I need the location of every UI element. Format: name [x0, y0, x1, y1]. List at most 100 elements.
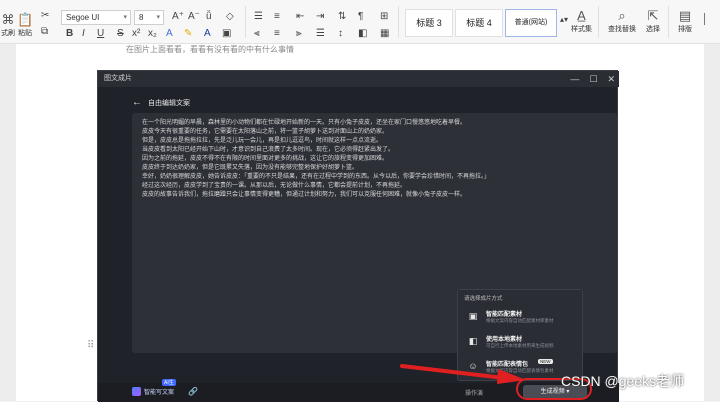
link-icon[interactable]: 🔗 — [188, 387, 198, 396]
superscript-icon[interactable]: x² — [132, 28, 140, 40]
shading-icon[interactable]: ◧ — [358, 28, 367, 40]
style-label: 标题 4 — [466, 18, 492, 28]
drag-handle-icon[interactable]: ⠿ — [87, 340, 94, 351]
arrange-label: 排版 — [678, 26, 692, 33]
font-color-icon[interactable]: A — [166, 28, 173, 40]
editor-line: 皮皮的故事告诉我们，拖拉磨蹭只会让事情变得更糟，但通过计划和努力，我们可以克服任… — [142, 192, 467, 198]
increase-indent-icon[interactable]: ⇥ — [316, 11, 324, 23]
menu-item-title: 智能匹配素材 — [486, 312, 523, 318]
copy-icon[interactable]: ⧉ — [41, 26, 48, 38]
arrow-left-icon: ← — [132, 97, 142, 108]
menu-item-desc: 可自行上传本地素材用来生成视频 — [486, 343, 554, 348]
editor-line: 在一个阳光明媚的早晨，森林里的小动物们都在忙碌地开始新的一天。只有小兔子皮皮，还… — [142, 120, 467, 126]
char-shading-icon[interactable]: ▣ — [222, 28, 231, 40]
menu-item-local-media[interactable]: ◧ 使用本地素材 可自行上传本地素材用来生成视频 — [464, 331, 578, 353]
dialog-title: 图文成片 — [104, 75, 132, 82]
italic-icon[interactable]: I — [82, 28, 85, 40]
editor-line: 当皮皮看到太阳已经开始下山时，才意识到自己浪费了太多时间。现在，它必须得赶紧出发… — [142, 147, 395, 153]
editor-line: 但是，皮皮总是拖拖拉拉，先是泛儿玩一会儿，再是扣儿逗逗鸟，时间就这样一点点流逝。 — [142, 138, 383, 144]
cursor-icon: ⇱ — [647, 8, 659, 23]
align-left-icon[interactable]: ⫷ — [254, 28, 260, 40]
text-color-icon[interactable]: A — [204, 28, 211, 40]
borders-icon[interactable]: ▦ — [380, 28, 389, 40]
align-center-icon[interactable]: ≡ — [274, 28, 280, 40]
ribbon-more-icon[interactable]: │ — [702, 14, 708, 26]
show-marks-icon[interactable]: ¶ — [358, 11, 363, 23]
grow-font-icon[interactable]: A⁺ — [172, 11, 184, 23]
strikethrough-icon[interactable]: S — [117, 28, 124, 40]
align-right-icon[interactable]: ⫸ — [296, 28, 302, 40]
divider — [245, 6, 246, 38]
chevron-down-icon: ▾ — [123, 14, 127, 21]
style-normal-web[interactable]: 普通(网站) — [505, 9, 557, 37]
format-painter-icon: ⌘ — [1, 12, 15, 27]
ribbon-toolbar: ⌘ 式刷 📋 粘贴 ✂ ⧉ Segoe UI ▾ 8 ▾ A⁺ A⁻ ǚ ◇ B… — [0, 0, 720, 44]
select-label: 选择 — [646, 26, 660, 33]
numbered-list-icon[interactable]: ≡ — [274, 11, 280, 23]
close-icon[interactable]: ✕ — [607, 71, 615, 87]
editor-line: 经过这次经历，皮皮学到了宝贵的一课。从那以后，无论做什么事情，它都会提前计划，不… — [142, 183, 407, 189]
local-media-icon: ◧ — [468, 336, 478, 346]
style-heading-4[interactable]: 标题 4 — [455, 9, 503, 37]
phonetic-icon[interactable]: ǚ — [206, 11, 212, 23]
document-text-line: 在图片上面看看，看看有没有看的中有什么事情 — [126, 45, 294, 54]
cut-icon[interactable]: ✂ — [41, 10, 49, 22]
dialog-titlebar[interactable]: 图文成片 — ☐ ✕ — [98, 71, 619, 87]
ai-badge: AI生 — [162, 379, 176, 386]
search-icon: ⌕ — [618, 8, 626, 23]
maximize-icon[interactable]: ☐ — [589, 71, 597, 87]
shrink-font-icon[interactable]: A⁻ — [188, 11, 200, 23]
underline-icon[interactable]: U — [97, 28, 104, 40]
decrease-indent-icon[interactable]: ⇤ — [296, 11, 304, 23]
back-button[interactable]: ← 自由编辑文案 — [132, 97, 190, 108]
sort-icon[interactable]: ⇅ — [338, 11, 346, 23]
editor-line: 皮皮今天有很重要的任务，它需要在太阳落山之前，将一篮子胡萝卜送到对面山上的奶奶家… — [142, 129, 389, 135]
ai-write-icon — [132, 387, 141, 396]
menu-item-smart-match[interactable]: ▣ 智能匹配素材 根据文案内容自动匹配素材库素材 — [464, 306, 578, 328]
tutorial-link[interactable]: 操作演 — [465, 388, 483, 397]
bold-icon[interactable]: B — [66, 28, 73, 40]
editor-line: 因为之前的拖延，皮皮不得不在有限的时间里面对更多的挑战，这让它的旅程变得更加困难… — [142, 156, 389, 162]
watermark: CSDN @geeks老师 — [561, 373, 685, 389]
bullet-list-icon[interactable]: ☰ — [254, 11, 263, 23]
clear-format-icon[interactable]: ◇ — [226, 11, 234, 23]
justify-icon[interactable]: ☰ — [316, 28, 325, 40]
menu-item-desc: 根据文案内容自动匹配素材库素材 — [486, 318, 554, 323]
format-painter-label: 式刷 — [1, 30, 15, 37]
font-size-value: 8 — [139, 13, 144, 22]
paste-icon: 📋 — [17, 12, 34, 27]
ai-write-button[interactable]: 智能写文案 — [132, 387, 174, 396]
font-family-select[interactable]: Segoe UI ▾ — [61, 10, 131, 25]
new-badge: NEW — [538, 359, 553, 364]
style-set-button[interactable]: A̲ 样式集 — [571, 8, 592, 34]
arrange-button[interactable]: ▤ 排版 — [678, 8, 692, 34]
find-replace-button[interactable]: ⌕ 查找替换 — [608, 8, 636, 34]
image-match-icon: ▣ — [468, 311, 478, 321]
style-label: 标题 3 — [416, 18, 442, 28]
find-replace-label: 查找替换 — [608, 26, 636, 33]
window-controls: — ☐ ✕ — [570, 71, 615, 87]
table-icon[interactable]: ⊞ — [380, 11, 388, 23]
paste-label: 粘贴 — [18, 30, 33, 37]
style-heading-3[interactable]: 标题 3 — [405, 9, 453, 37]
font-size-select[interactable]: 8 ▾ — [134, 10, 164, 25]
divider — [398, 6, 399, 38]
style-set-icon: A̲ — [577, 8, 586, 23]
editor-line: 皮皮终于到达奶奶家，但是它既累又失落，因为没有能够完整地保护好胡萝卜篮。 — [142, 165, 359, 171]
subscript-icon[interactable]: x₂ — [148, 28, 157, 40]
styles-scroll-icon[interactable]: ▴▾ — [560, 14, 568, 26]
editor-line: 幸好，奶奶很理解皮皮，她告诉皮皮：「重要的不只是结果，还有在过程中学到的东西。从… — [142, 174, 491, 180]
section-title: 自由编辑文案 — [148, 99, 190, 107]
ai-write-label: 智能写文案 — [144, 390, 175, 396]
divider — [598, 6, 599, 38]
editor-content: 在一个阳光明媚的早晨，森林里的小动物们都在忙碌地开始新的一天。只有小兔子皮皮，还… — [132, 113, 617, 206]
format-painter-button[interactable]: ⌘ 式刷 — [1, 12, 15, 38]
chevron-down-icon: ▾ — [156, 14, 160, 21]
paste-button[interactable]: 📋 粘贴 — [17, 12, 33, 38]
minimize-icon[interactable]: — — [570, 71, 579, 87]
highlight-icon[interactable]: ✎ — [184, 28, 192, 40]
line-spacing-icon[interactable]: ↕ — [338, 28, 343, 40]
annotation-arrow-icon — [400, 364, 526, 384]
style-set-label: 样式集 — [571, 26, 592, 33]
select-button[interactable]: ⇱ 选择 — [646, 8, 660, 34]
